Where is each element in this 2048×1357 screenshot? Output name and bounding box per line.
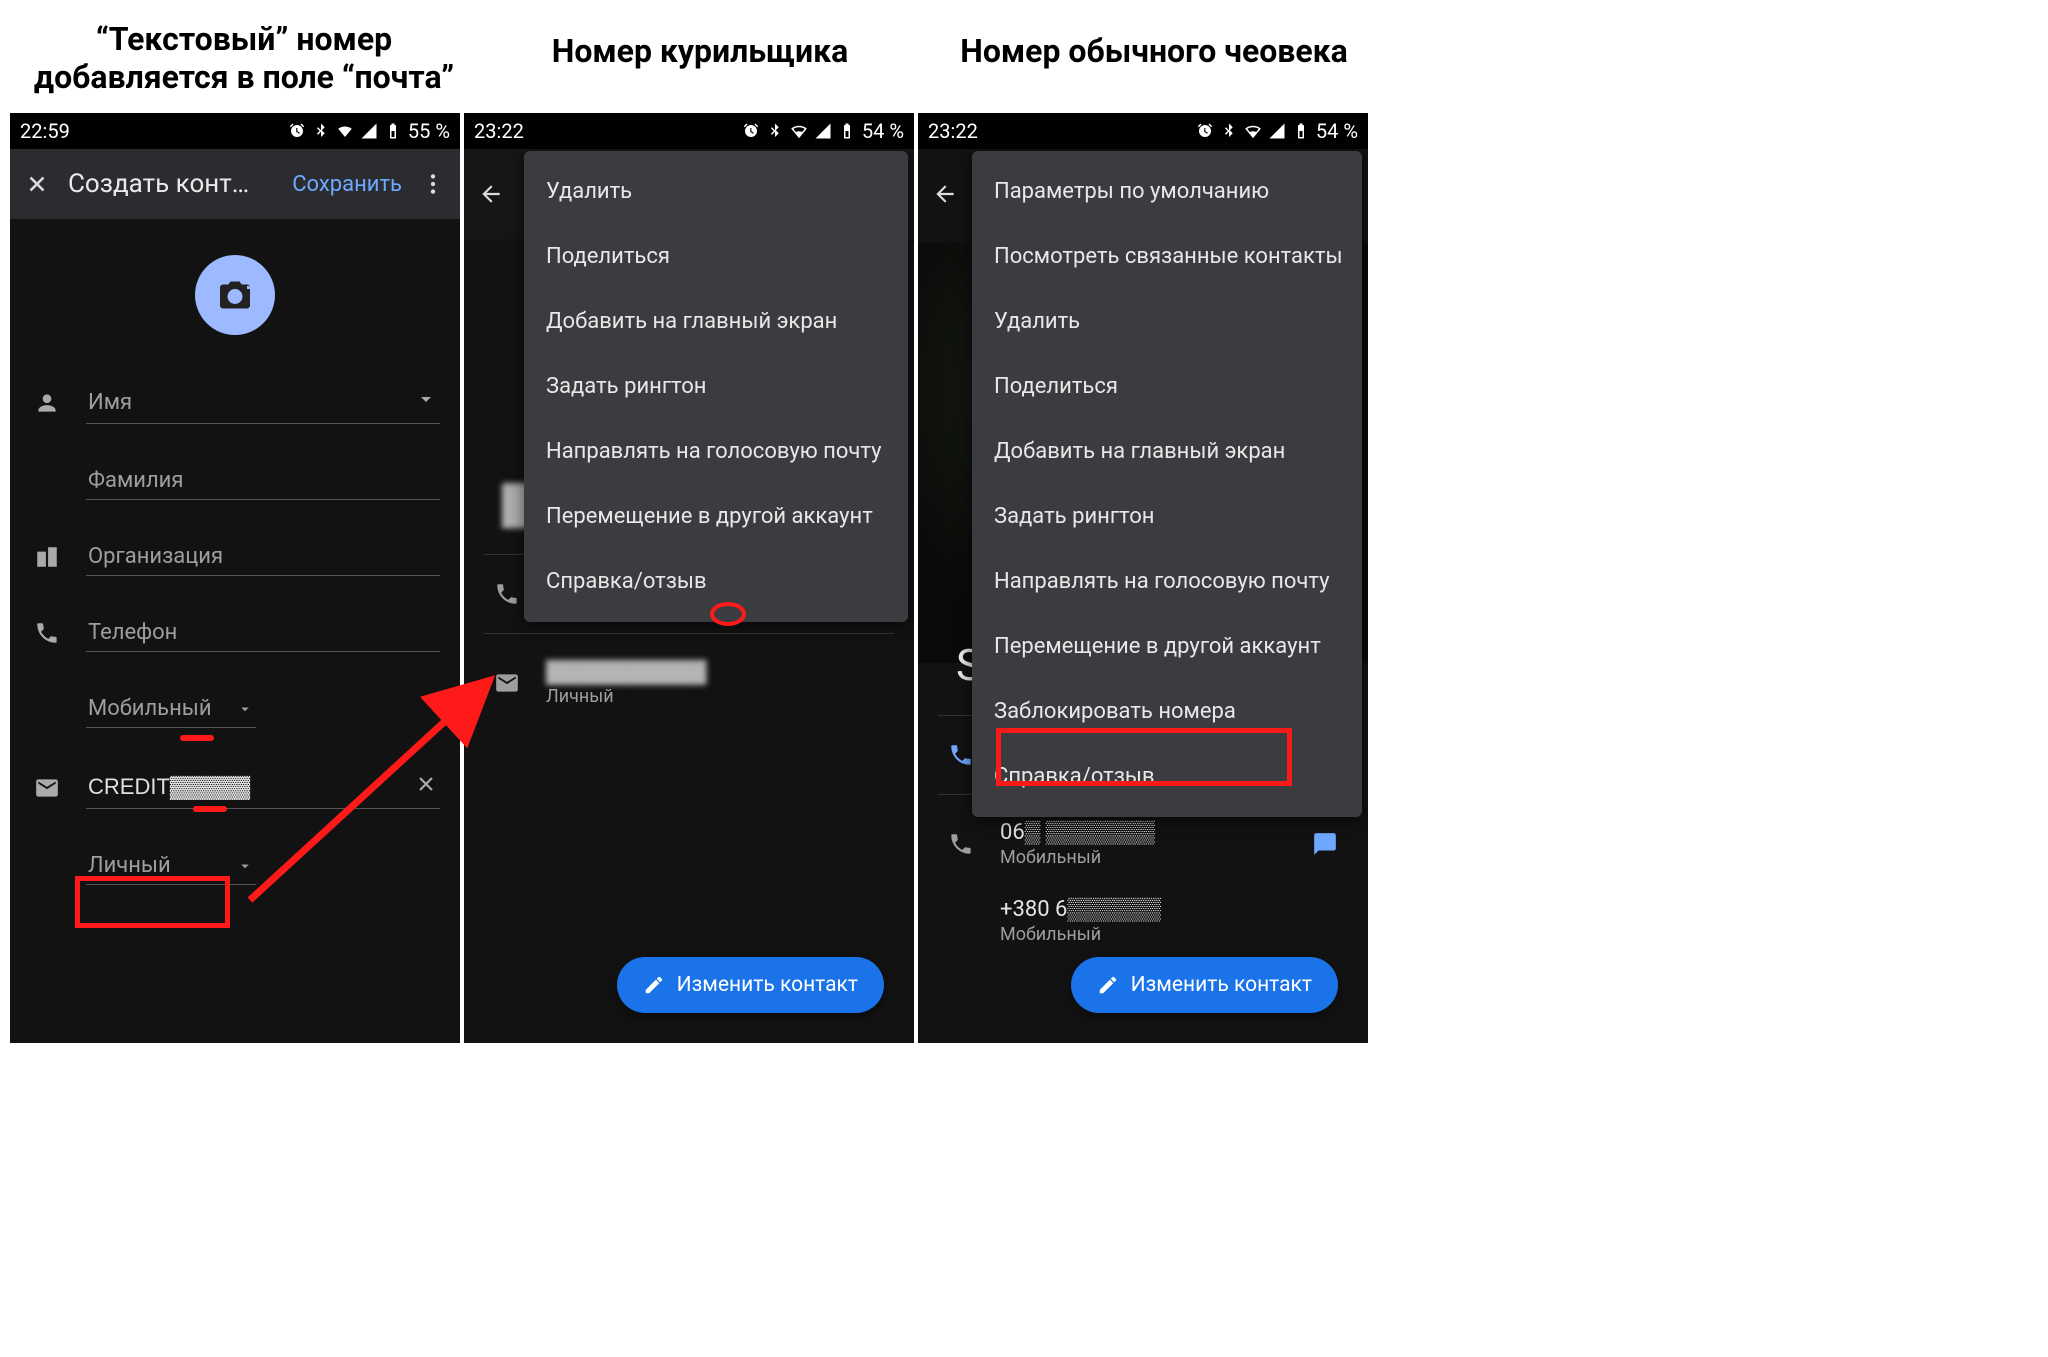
menu-item[interactable]: Поделиться	[524, 224, 908, 289]
status-time: 23:22	[928, 119, 978, 143]
phone-number: +380 6▒▒▒▒▒▒	[1000, 896, 1338, 922]
phone-number: 06▒ ▒▒▒▒▒▒▒	[1000, 819, 1286, 845]
dropdown-icon	[236, 857, 254, 875]
bluetooth-icon	[766, 122, 784, 140]
phone-icon	[30, 620, 64, 646]
menu-item[interactable]: Справка/отзыв	[972, 744, 1362, 809]
wifi-icon	[1244, 122, 1262, 140]
chevron-down-icon[interactable]	[414, 387, 438, 417]
close-icon[interactable]	[24, 171, 50, 197]
screenshot-contact-menu-full: 23:22 54 % S▓▓▓▓ Вызов	[918, 113, 1368, 1043]
app-bar: Создать конт… Сохранить	[10, 149, 460, 219]
signal-icon	[1268, 122, 1286, 140]
phone-icon	[494, 581, 520, 607]
menu-item[interactable]: Параметры по умолчанию	[972, 159, 1362, 224]
email-value: ▓▓▓▓▓▓▓▓▓▓	[546, 658, 706, 684]
signal-icon	[814, 122, 832, 140]
status-time: 23:22	[474, 119, 524, 143]
name-field[interactable]: Имя	[86, 381, 440, 424]
menu-item[interactable]: Задать рингтон	[972, 484, 1362, 549]
wifi-icon	[336, 122, 354, 140]
menu-item[interactable]: Посмотреть связанные контакты	[972, 224, 1362, 289]
phone-field[interactable]: Телефон	[86, 614, 440, 652]
menu-item[interactable]: Поделиться	[972, 354, 1362, 419]
bluetooth-icon	[1220, 122, 1238, 140]
phone-icon	[948, 742, 974, 768]
clear-icon[interactable]	[414, 772, 438, 802]
status-time: 22:59	[20, 119, 70, 143]
menu-item[interactable]: Направлять на голосовую почту	[524, 419, 908, 484]
status-bar: 22:59 55 %	[10, 113, 460, 149]
alarm-icon	[1196, 122, 1214, 140]
alarm-icon	[742, 122, 760, 140]
wifi-icon	[790, 122, 808, 140]
menu-item[interactable]: Добавить на главный экран	[972, 419, 1362, 484]
menu-item[interactable]: Справка/отзыв	[524, 549, 908, 614]
email-row[interactable]: ▓▓▓▓▓▓▓▓▓▓ Личный	[484, 644, 894, 721]
email-field[interactable]	[86, 766, 440, 809]
add-photo-button[interactable]	[195, 255, 275, 335]
menu-item[interactable]: Добавить на главный экран	[524, 289, 908, 354]
screen-title: Создать конт…	[68, 169, 274, 199]
phone-type-select[interactable]: Мобильный	[86, 690, 256, 728]
menu-item[interactable]: Перемещение в другой аккаунт	[972, 614, 1362, 679]
battery-icon	[384, 122, 402, 140]
org-icon	[30, 544, 64, 570]
overflow-menu: Параметры по умолчанию Посмотреть связан…	[972, 151, 1362, 817]
message-icon[interactable]	[1312, 831, 1338, 857]
bluetooth-icon	[312, 122, 330, 140]
status-bar: 23:22 54 %	[464, 113, 914, 149]
person-icon	[30, 390, 64, 416]
overflow-menu: Удалить Поделиться Добавить на главный э…	[524, 151, 908, 622]
org-field[interactable]: Организация	[86, 538, 440, 576]
back-icon[interactable]	[478, 181, 504, 207]
mail-icon	[30, 775, 64, 801]
pencil-icon	[1097, 974, 1119, 996]
caption-1: “Текстовый” номер добавляется в поле “по…	[14, 20, 474, 96]
back-icon[interactable]	[932, 181, 958, 207]
screenshot-contact-menu-short: 23:22 54 % ▓▓▓▓▓ Вызов	[464, 113, 914, 1043]
battery-percent: 54 %	[1316, 119, 1358, 143]
menu-item-block-numbers[interactable]: Заблокировать номера	[972, 679, 1362, 744]
mail-icon	[494, 670, 520, 696]
screenshot-create-contact: 22:59 55 % Создать конт… Сохранить	[10, 113, 460, 1043]
overflow-icon[interactable]	[420, 171, 446, 197]
surname-field[interactable]: Фамилия	[86, 462, 440, 500]
edit-contact-fab[interactable]: Изменить контакт	[617, 957, 884, 1013]
pencil-icon	[643, 974, 665, 996]
signal-icon	[360, 122, 378, 140]
battery-icon	[1292, 122, 1310, 140]
menu-item[interactable]: Задать рингтон	[524, 354, 908, 419]
dropdown-icon	[236, 700, 254, 718]
menu-item[interactable]: Удалить	[972, 289, 1362, 354]
phone-icon	[948, 831, 974, 857]
battery-percent: 55 %	[408, 119, 450, 143]
caption-3: Номер обычного чеовека	[924, 32, 1384, 70]
save-button[interactable]: Сохранить	[292, 172, 402, 197]
menu-item[interactable]: Направлять на голосовую почту	[972, 549, 1362, 614]
alarm-icon	[288, 122, 306, 140]
menu-item[interactable]: Перемещение в другой аккаунт	[524, 484, 908, 549]
caption-2: Номер курильщика	[470, 32, 930, 70]
menu-item[interactable]: Удалить	[524, 159, 908, 224]
email-type-select[interactable]: Личный	[86, 847, 256, 885]
email-type: Личный	[546, 686, 706, 707]
edit-contact-fab[interactable]: Изменить контакт	[1071, 957, 1338, 1013]
battery-icon	[838, 122, 856, 140]
battery-percent: 54 %	[862, 119, 904, 143]
phone-row-2[interactable]: +380 6▒▒▒▒▒▒ Мобильный	[938, 882, 1348, 959]
status-bar: 23:22 54 %	[918, 113, 1368, 149]
